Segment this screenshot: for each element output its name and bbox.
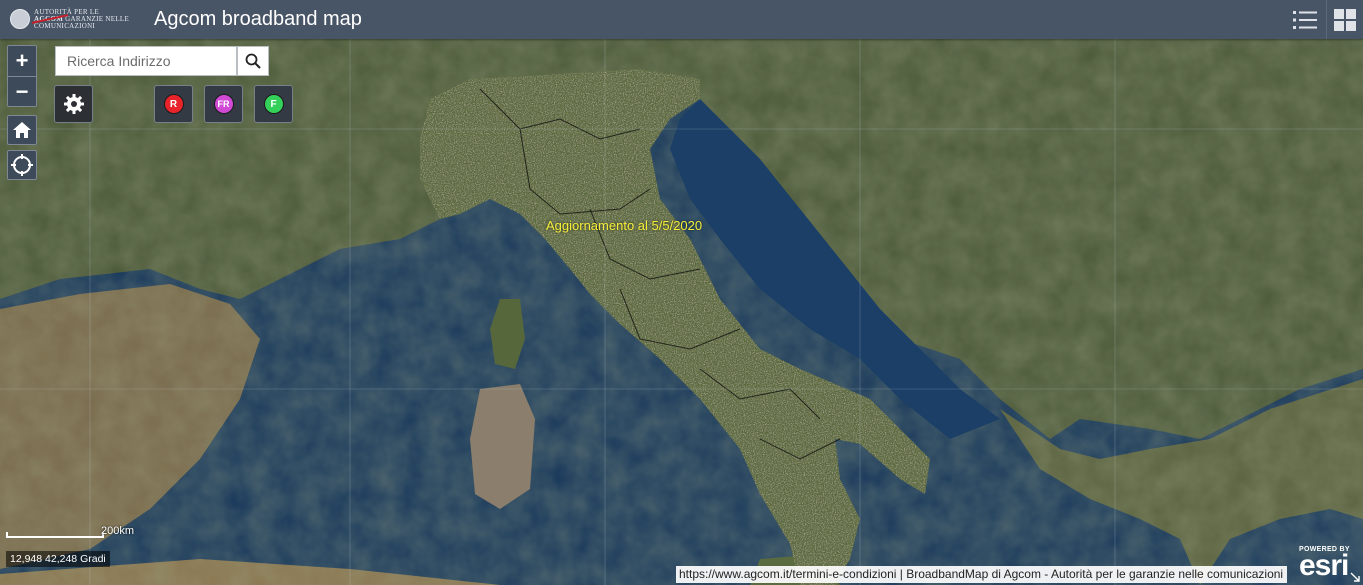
settings-button[interactable] (54, 85, 93, 123)
grid-icon (1334, 8, 1356, 31)
list-icon (1293, 10, 1317, 29)
layer-list-button[interactable] (1287, 0, 1323, 39)
logo-text: AUTORITÀ PER LE AGCOM GARANZIE NELLE COM… (34, 8, 129, 30)
app-title: Agcom broadband map (154, 8, 362, 30)
search-input[interactable] (56, 47, 237, 75)
logo-line-3: COMUNICAZIONI (34, 21, 96, 30)
resize-icon[interactable] (1350, 572, 1360, 582)
scale-label: 200km (101, 525, 135, 537)
widget-grid-button[interactable] (1326, 0, 1363, 39)
locate-button[interactable] (7, 150, 37, 180)
home-icon (13, 122, 31, 138)
address-search (55, 46, 237, 76)
scale-bar (6, 532, 104, 538)
zoom-in-button[interactable]: + (8, 46, 36, 77)
layer-r-icon: R (163, 94, 184, 114)
layer-r-button[interactable]: R (154, 85, 193, 123)
map-attribution[interactable]: https://www.agcom.it/termini-e-condizion… (676, 566, 1287, 583)
layer-fr-button[interactable]: FR (204, 85, 243, 123)
search-icon (245, 53, 261, 69)
home-button[interactable] (7, 115, 37, 145)
layer-f-button[interactable]: F (254, 85, 293, 123)
search-button[interactable] (237, 46, 269, 76)
locate-icon (11, 154, 33, 176)
update-label: Aggiornamento al 5/5/2020 (546, 218, 703, 233)
app-header: AUTORITÀ PER LE AGCOM GARANZIE NELLE COM… (0, 0, 1363, 39)
zoom-control: + − (7, 45, 37, 107)
layer-f-icon: F (263, 94, 284, 114)
coordinate-readout: 12,948 42,248 Gradi (6, 551, 110, 567)
zoom-out-button[interactable]: − (8, 77, 36, 107)
gear-icon (63, 94, 84, 114)
layer-fr-icon: FR (213, 94, 234, 114)
agcom-logo[interactable]: AUTORITÀ PER LE AGCOM GARANZIE NELLE COM… (10, 6, 129, 32)
logo-brand: AGCOM (34, 14, 64, 23)
agcom-seal-icon (10, 9, 30, 29)
